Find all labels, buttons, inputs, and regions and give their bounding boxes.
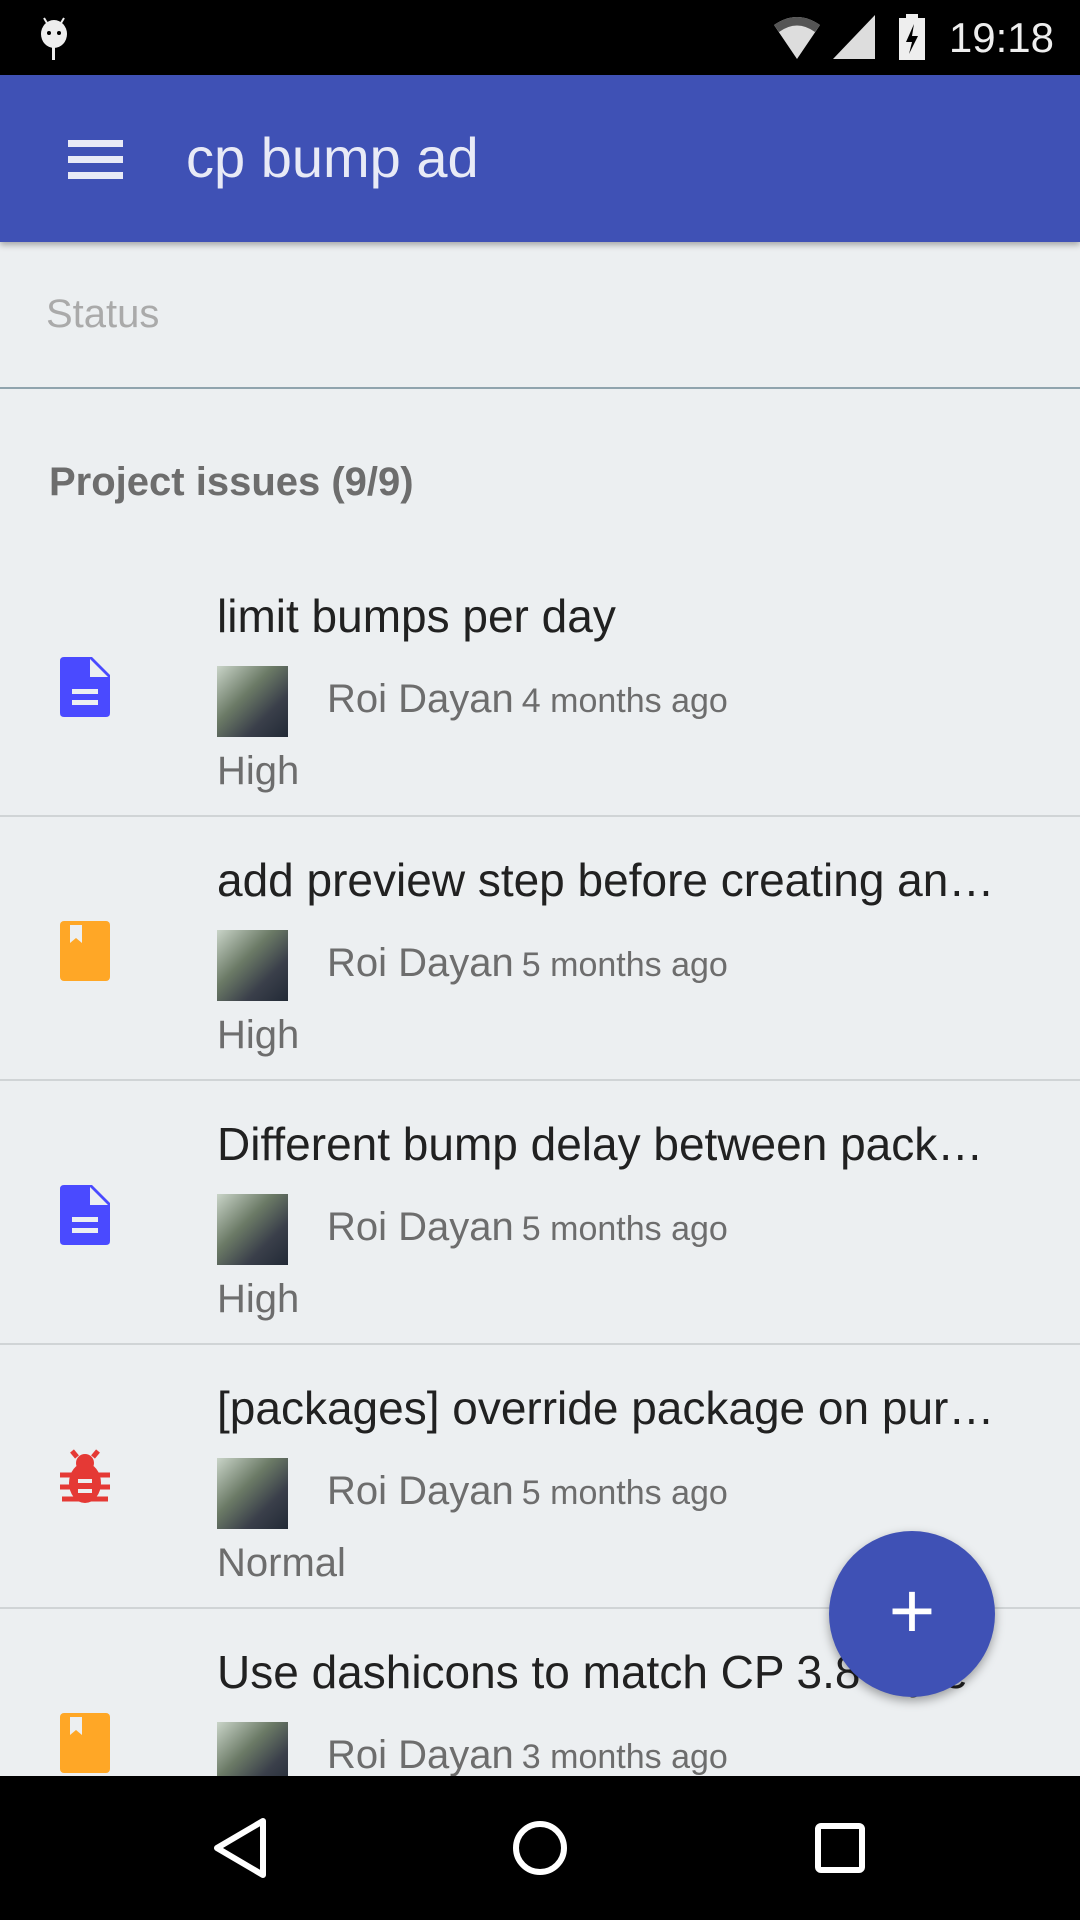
issue-title: limit bumps per day <box>217 590 616 642</box>
author-name: Roi Dayan <box>327 1733 514 1776</box>
issue-meta: Roi Dayan 5 months ago <box>327 1469 728 1514</box>
divider <box>0 387 1080 389</box>
issue-meta: Roi Dayan 5 months ago <box>327 941 728 986</box>
avatar <box>217 1194 288 1265</box>
issue-time: 5 months ago <box>521 1210 728 1248</box>
doc-icon <box>60 657 110 717</box>
back-icon[interactable] <box>205 1813 275 1883</box>
recents-icon[interactable] <box>805 1813 875 1883</box>
avatar <box>217 930 288 1001</box>
doc-icon <box>60 1185 110 1245</box>
home-icon[interactable] <box>505 1813 575 1883</box>
issue-meta: Roi Dayan 4 months ago <box>327 677 728 722</box>
issue-time: 4 months ago <box>521 682 728 720</box>
battery-charging-icon <box>899 14 925 60</box>
issue-meta: Roi Dayan 5 months ago <box>327 1205 728 1250</box>
bookmark-icon <box>60 1713 110 1773</box>
author-name: Roi Dayan <box>327 677 514 721</box>
issue-title: add preview step before creating an… <box>217 854 995 906</box>
issue-list-item[interactable]: Different bump delay between pack… Roi D… <box>0 1081 1080 1345</box>
menu-icon[interactable] <box>60 130 130 190</box>
issue-priority: High <box>217 1013 300 1057</box>
issue-meta: Roi Dayan 3 months ago <box>327 1733 728 1776</box>
issue-title: [packages] override package on pur… <box>217 1382 995 1434</box>
issue-priority: High <box>217 749 300 793</box>
avatar <box>217 1458 288 1529</box>
avatar <box>217 1722 288 1776</box>
issue-time: 5 months ago <box>521 1474 728 1512</box>
android-debug-icon <box>41 17 67 60</box>
issue-priority: Normal <box>217 1541 346 1585</box>
issue-list-item[interactable]: limit bumps per day Roi Dayan 4 months ag… <box>0 553 1080 817</box>
avatar <box>217 666 288 737</box>
status-field[interactable]: Status <box>46 292 159 337</box>
page-title: cp bump ad <box>186 126 479 189</box>
navigation-bar <box>0 1776 1080 1920</box>
bookmark-icon <box>60 921 110 981</box>
signal-icon <box>833 15 875 59</box>
author-name: Roi Dayan <box>327 941 514 985</box>
author-name: Roi Dayan <box>327 1469 514 1513</box>
issue-title: Different bump delay between pack… <box>217 1118 984 1170</box>
status-bar: 19:18 <box>0 0 1080 75</box>
wifi-icon <box>774 17 820 59</box>
clock: 19:18 <box>948 14 1054 61</box>
author-name: Roi Dayan <box>327 1205 514 1249</box>
issue-time: 3 months ago <box>521 1738 728 1776</box>
issue-time: 5 months ago <box>521 946 728 984</box>
issue-priority: High <box>217 1277 300 1321</box>
issue-list-item[interactable]: add preview step before creating an… Roi… <box>0 817 1080 1081</box>
section-title: Project issues (9/9) <box>49 460 414 504</box>
add-issue-button[interactable]: + <box>829 1531 995 1697</box>
app-bar: cp bump ad <box>0 75 1080 242</box>
bug-icon <box>60 1449 110 1509</box>
